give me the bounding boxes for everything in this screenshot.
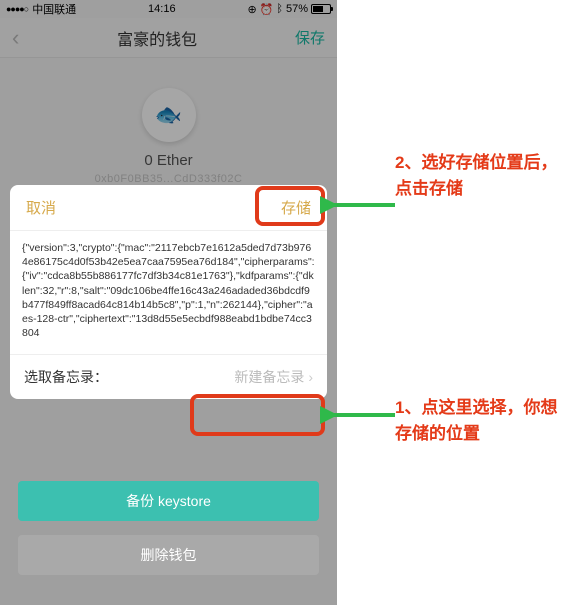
highlight-memo: [190, 394, 325, 436]
arrow-store: [320, 195, 400, 215]
annotation-1: 2、选好存储位置后，点击存储: [395, 150, 560, 201]
bottom-buttons: 备份 keystore 删除钱包: [18, 467, 319, 575]
annotation-2: 1、点这里选择，你想存储的位置: [395, 395, 560, 446]
keystore-json: {"version":3,"crypto":{"mac":"2117ebcb7e…: [10, 231, 327, 354]
highlight-store: [255, 186, 325, 226]
memo-button-label: 新建备忘录: [234, 367, 304, 387]
memo-label: 选取备忘录：: [24, 367, 108, 387]
delete-button[interactable]: 删除钱包: [18, 535, 319, 575]
chevron-right-icon: ›: [308, 369, 313, 385]
phone-frame: ●●●●○ 中国联通 14:16 ⊕ ⏰ ᛒ 57% ‹ 富豪的钱包 保存 🐟 …: [0, 0, 337, 605]
memo-row: 选取备忘录： 新建备忘录 ›: [10, 354, 327, 399]
new-memo-button[interactable]: 新建备忘录 ›: [234, 367, 313, 387]
backup-button[interactable]: 备份 keystore: [18, 481, 319, 521]
cancel-button[interactable]: 取消: [26, 197, 56, 218]
arrow-memo: [320, 405, 400, 425]
